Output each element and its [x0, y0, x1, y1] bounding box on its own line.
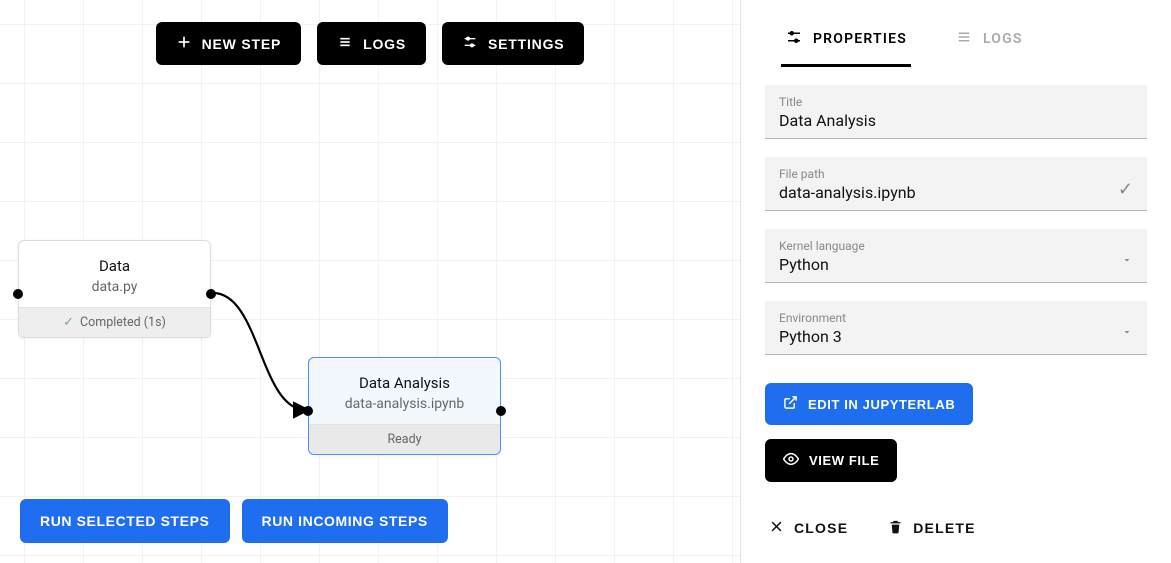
- edit-jupyterlab-button[interactable]: EDIT IN JUPYTERLAB: [765, 383, 973, 425]
- run-incoming-button[interactable]: RUN INCOMING STEPS: [242, 499, 448, 543]
- canvas-toolbar: NEW STEP LOGS SETTINGS: [0, 22, 740, 65]
- delete-button[interactable]: DELETE: [888, 519, 975, 537]
- chevron-down-icon: [1121, 251, 1133, 274]
- properties-panel: PROPERTIES LOGS Title Data Analysis File…: [741, 0, 1171, 563]
- list-icon: [337, 34, 353, 53]
- field-value: Python: [779, 255, 1111, 274]
- pipeline-canvas[interactable]: NEW STEP LOGS SETTINGS: [0, 0, 741, 563]
- node-status: Ready: [309, 424, 500, 454]
- check-icon: ✓: [63, 315, 74, 330]
- field-label: Kernel language: [779, 239, 1111, 253]
- tab-properties[interactable]: PROPERTIES: [781, 18, 911, 67]
- node-status-text: Ready: [387, 432, 421, 447]
- tab-properties-label: PROPERTIES: [813, 31, 907, 47]
- node-status: ✓ Completed (1s): [19, 307, 210, 337]
- output-port[interactable]: [206, 289, 216, 299]
- close-icon: [769, 519, 784, 537]
- node-file: data.py: [29, 279, 200, 295]
- plus-icon: [176, 34, 192, 53]
- view-file-button[interactable]: VIEW FILE: [765, 439, 897, 482]
- sliders-icon: [462, 34, 478, 53]
- open-external-icon: [783, 395, 798, 413]
- node-status-text: Completed (1s): [80, 315, 166, 330]
- new-step-label: NEW STEP: [202, 36, 282, 52]
- kernel-field[interactable]: Kernel language Python: [765, 229, 1147, 283]
- run-toolbar: RUN SELECTED STEPS RUN INCOMING STEPS: [20, 499, 448, 543]
- tab-logs[interactable]: LOGS: [951, 18, 1027, 67]
- input-port[interactable]: [13, 289, 23, 299]
- logs-label: LOGS: [363, 36, 406, 52]
- check-icon: ✓: [1118, 179, 1133, 202]
- view-file-label: VIEW FILE: [809, 453, 879, 468]
- field-label: Environment: [779, 311, 1111, 325]
- settings-label: SETTINGS: [488, 36, 564, 52]
- field-label: Title: [779, 95, 1133, 109]
- trash-icon: [888, 519, 903, 537]
- title-field[interactable]: Title Data Analysis: [765, 85, 1147, 139]
- close-button[interactable]: CLOSE: [769, 519, 848, 537]
- panel-footer: CLOSE DELETE: [765, 513, 1147, 543]
- list-icon: [955, 28, 973, 50]
- chevron-down-icon: [1121, 323, 1133, 346]
- node-title: Data: [29, 257, 200, 275]
- logs-button[interactable]: LOGS: [317, 22, 426, 65]
- tab-logs-label: LOGS: [983, 31, 1023, 47]
- field-value: data-analysis.ipynb: [779, 183, 1108, 202]
- close-label: CLOSE: [794, 520, 848, 536]
- filepath-field[interactable]: File path data-analysis.ipynb ✓: [765, 157, 1147, 211]
- new-step-button[interactable]: NEW STEP: [156, 22, 302, 65]
- output-port[interactable]: [496, 406, 506, 416]
- environment-field[interactable]: Environment Python 3: [765, 301, 1147, 355]
- eye-icon: [783, 451, 799, 470]
- input-port[interactable]: [303, 406, 313, 416]
- step-node-data-analysis[interactable]: Data Analysis data-analysis.ipynb Ready: [308, 357, 501, 455]
- panel-actions: EDIT IN JUPYTERLAB VIEW FILE: [765, 383, 1147, 482]
- field-label: File path: [779, 167, 1108, 181]
- panel-tabs: PROPERTIES LOGS: [765, 18, 1147, 67]
- field-value: Data Analysis: [779, 111, 1133, 130]
- sliders-icon: [785, 28, 803, 50]
- delete-label: DELETE: [913, 520, 975, 536]
- edit-jupyter-label: EDIT IN JUPYTERLAB: [808, 397, 955, 412]
- step-node-data[interactable]: Data data.py ✓ Completed (1s): [18, 240, 211, 338]
- node-title: Data Analysis: [319, 374, 490, 392]
- run-selected-button[interactable]: RUN SELECTED STEPS: [20, 499, 230, 543]
- node-file: data-analysis.ipynb: [319, 396, 490, 412]
- settings-button[interactable]: SETTINGS: [442, 22, 584, 65]
- field-value: Python 3: [779, 327, 1111, 346]
